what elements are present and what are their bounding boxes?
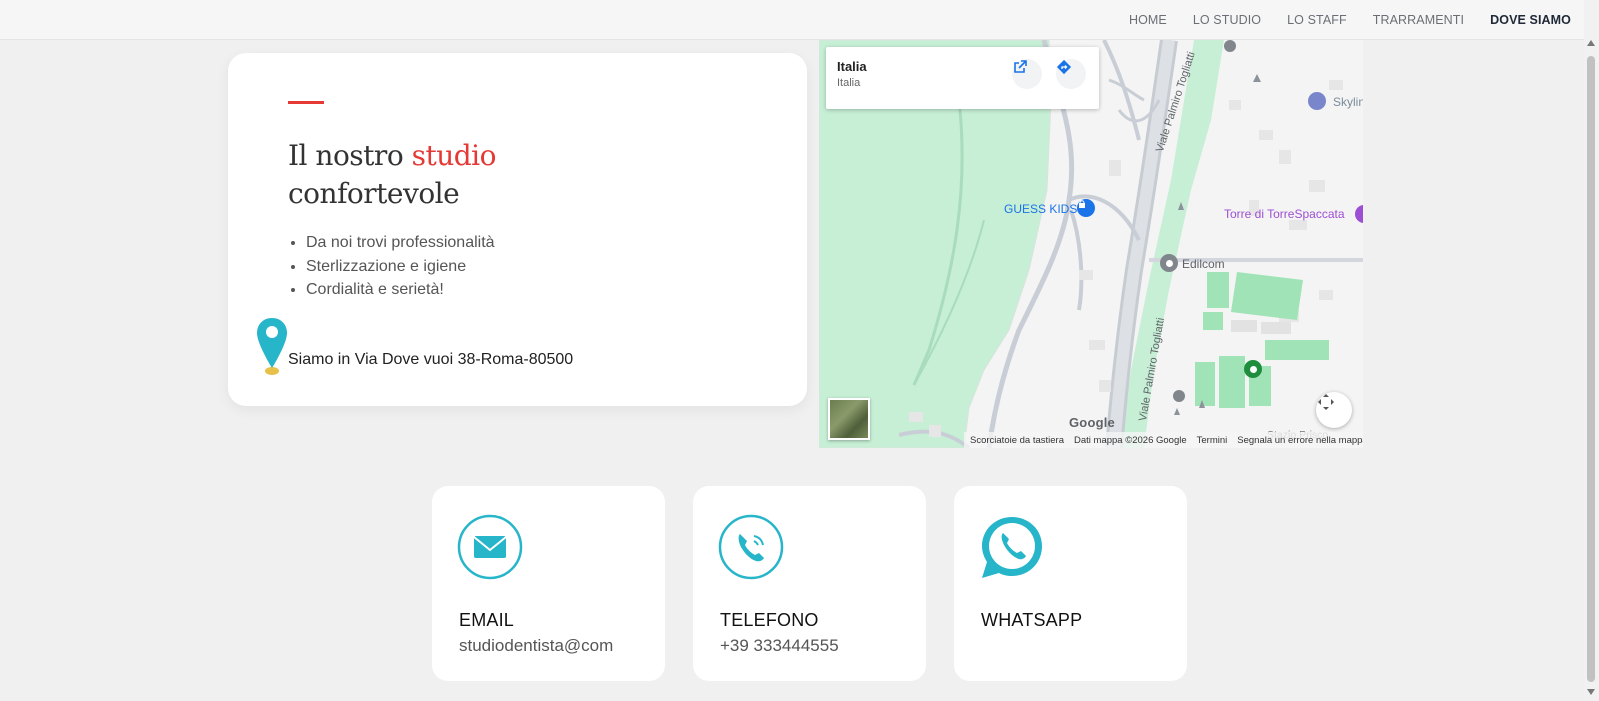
- nav-menu: HOME LO STUDIO LO STAFF TRARRAMENTI DOVE…: [1129, 0, 1571, 39]
- feature-list: Da noi trovi professionalità Sterlizzazi…: [288, 231, 495, 302]
- map-footer: Scorciatoie da tastiera Dati mappa ©2026…: [964, 432, 1363, 448]
- place-name: Italia: [837, 59, 867, 74]
- contact-value[interactable]: +39 333444555: [720, 636, 839, 656]
- map-label-guess-kids[interactable]: GUESS KIDS: [1004, 202, 1077, 216]
- directions-button[interactable]: [1056, 59, 1086, 89]
- page-scrollbar[interactable]: [1584, 0, 1599, 701]
- studio-card: Il nostro studio confortevole Da noi trov…: [228, 53, 807, 406]
- directions-icon: [1056, 59, 1072, 75]
- google-logo: Google: [1069, 415, 1115, 430]
- place-subtitle: Italia: [837, 77, 861, 89]
- contact-card-phone[interactable]: TELEFONO +39 333444555: [693, 486, 926, 681]
- transit-icon[interactable]: [1173, 390, 1185, 402]
- place-info-card: Italia Italia: [826, 47, 1099, 109]
- contact-card-email[interactable]: EMAIL studiodentista@com: [432, 486, 665, 681]
- google-logo-text: Google: [1069, 415, 1115, 430]
- map-label-skyline[interactable]: Skylin: [1333, 95, 1363, 109]
- map-data-text: Dati mappa ©2026 Google: [1074, 434, 1187, 446]
- report-error-link[interactable]: Segnala un errore nella mappa: [1237, 435, 1363, 446]
- building-icon[interactable]: [1160, 254, 1178, 272]
- shopping-bag-icon[interactable]: [1077, 199, 1095, 217]
- nav-home[interactable]: HOME: [1129, 13, 1167, 27]
- address-text: Siamo in Via Dove vuoi 38-Roma-80500: [288, 351, 574, 368]
- scroll-up-arrow[interactable]: [1587, 40, 1595, 46]
- transit-icon[interactable]: [1224, 40, 1236, 52]
- google-map[interactable]: GUESS KIDS Torre di TorreSpaccata Edilco…: [819, 40, 1363, 448]
- nav-lo-studio[interactable]: LO STUDIO: [1193, 13, 1261, 27]
- nav-lo-staff[interactable]: LO STAFF: [1287, 13, 1347, 27]
- open-in-maps-button[interactable]: [1012, 59, 1042, 89]
- park-pin-icon[interactable]: [1244, 360, 1262, 378]
- fullscreen-icon: [1318, 394, 1334, 410]
- title-part2: confortevole: [288, 177, 460, 210]
- contact-title: WHATSAPP: [981, 610, 1083, 630]
- contact-card-whatsapp[interactable]: WHATSAPP: [954, 486, 1187, 681]
- feature-item: Cordialità e serietà!: [306, 278, 495, 302]
- studio-title: Il nostro studio confortevole: [288, 137, 708, 213]
- nav-trattamenti[interactable]: TRARRAMENTI: [1373, 13, 1464, 27]
- scroll-thumb[interactable]: [1587, 56, 1595, 682]
- feature-item: Da noi trovi professionalità: [306, 231, 495, 255]
- kids-icon[interactable]: [1308, 92, 1326, 110]
- nav-dove-siamo[interactable]: DOVE SIAMO: [1490, 13, 1571, 27]
- keyboard-shortcuts-link[interactable]: Scorciatoie da tastiera: [970, 435, 1064, 446]
- terms-link[interactable]: Termini: [1197, 435, 1228, 446]
- location-pin-icon: [257, 318, 287, 375]
- satellite-toggle[interactable]: [828, 398, 870, 440]
- open-external-icon: [1014, 60, 1027, 73]
- feature-item: Sterlizzazione e igiene: [306, 255, 495, 279]
- top-navbar: HOME LO STUDIO LO STAFF TRARRAMENTI DOVE…: [0, 0, 1584, 40]
- fullscreen-button[interactable]: [1316, 392, 1352, 428]
- contact-value[interactable]: studiodentista@com: [459, 636, 613, 656]
- map-label-edilcom[interactable]: Edilcom: [1182, 257, 1225, 271]
- contact-title: EMAIL: [459, 610, 515, 630]
- mail-icon: [457, 514, 523, 580]
- title-part1: Il nostro: [288, 139, 412, 172]
- phone-icon: [718, 514, 784, 580]
- accent-line: [288, 101, 324, 104]
- title-highlight: studio: [411, 139, 497, 172]
- map-label-torre[interactable]: Torre di TorreSpaccata: [1224, 207, 1345, 221]
- scroll-down-arrow[interactable]: [1587, 689, 1595, 695]
- whatsapp-icon: [982, 517, 1042, 578]
- contact-title: TELEFONO: [720, 610, 819, 630]
